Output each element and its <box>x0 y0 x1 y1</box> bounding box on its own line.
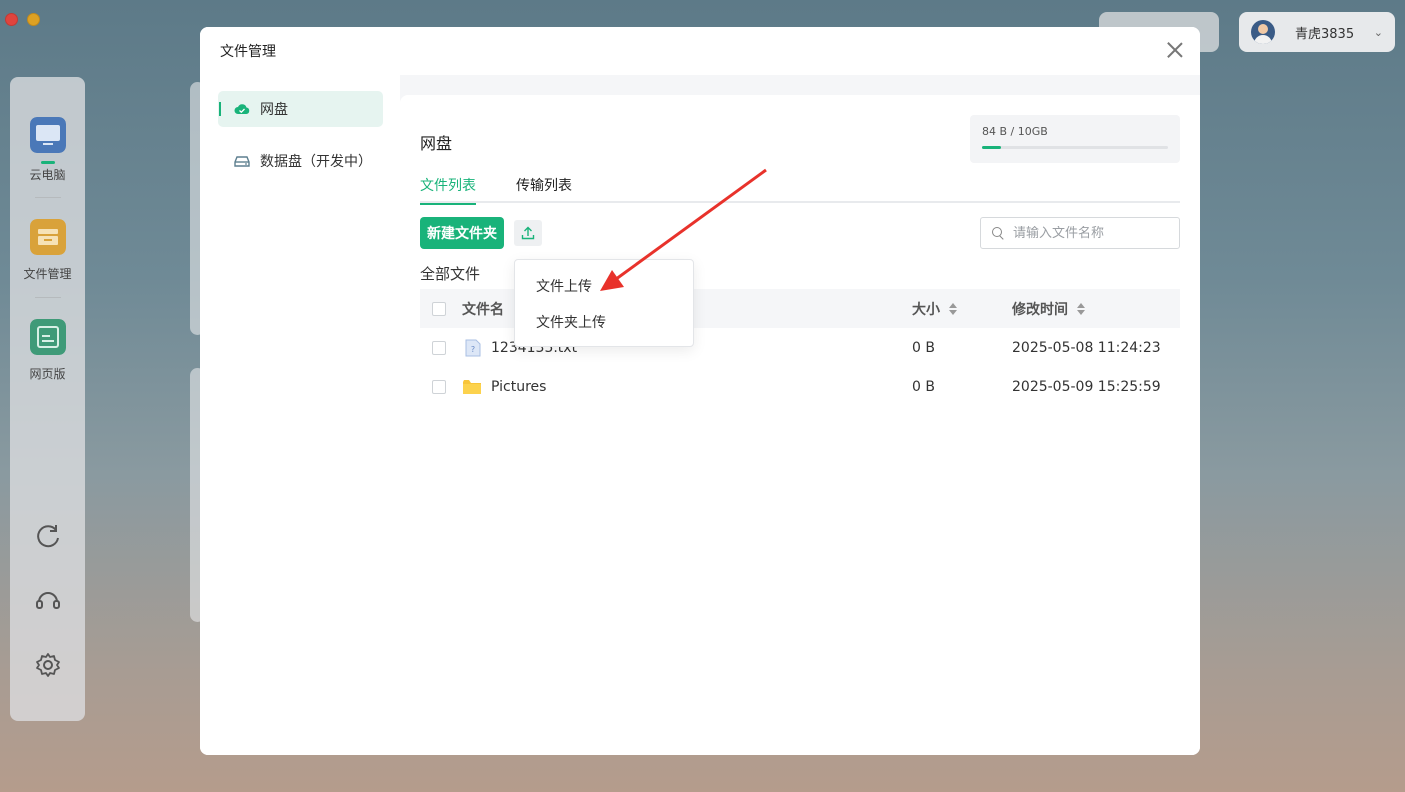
svg-text:?: ? <box>471 345 475 354</box>
rail-item-label: 网页版 <box>29 367 66 381</box>
storage-progress-bar <box>982 146 1168 149</box>
close-icon[interactable] <box>1164 39 1186 61</box>
menu-item-file-upload[interactable]: 文件上传 <box>515 268 693 304</box>
rail-item-label: 云电脑 <box>29 168 66 182</box>
dialog-title: 文件管理 <box>220 44 276 60</box>
tab-transfer-list[interactable]: 传输列表 <box>516 175 572 203</box>
gear-icon[interactable] <box>34 651 62 679</box>
column-header-size[interactable]: 大小 <box>912 289 958 328</box>
hard-drive-icon <box>234 156 250 167</box>
divider <box>35 197 61 198</box>
sidebar-item-label: 网盘 <box>260 102 288 118</box>
search-box[interactable] <box>980 217 1180 249</box>
file-manager-dialog: 文件管理 网盘 数据盘（开发中） 网盘 84 B / 10GB 文件列表 传输列… <box>200 27 1200 755</box>
storage-usage: 84 B / 10GB <box>970 115 1180 163</box>
sort-icon <box>948 302 958 316</box>
table-row[interactable]: Pictures 0 B 2025-05-09 15:25:59 <box>420 367 1180 406</box>
divider <box>35 297 61 298</box>
column-header-name[interactable]: 文件名 <box>462 289 504 328</box>
rail-item-web-version[interactable]: 网页版 <box>10 319 85 382</box>
rail-item-label: 文件管理 <box>23 267 72 281</box>
tab-file-list[interactable]: 文件列表 <box>420 175 476 205</box>
file-size: 0 B <box>912 339 935 356</box>
file-name: Pictures <box>491 378 547 395</box>
upload-icon <box>521 226 535 240</box>
text-file-icon: ? <box>465 339 481 356</box>
file-modified: 2025-05-08 11:24:23 <box>1012 339 1161 356</box>
drawer-icon <box>29 219 66 255</box>
page-title: 网盘 <box>420 134 453 153</box>
rail-item-cloud-pc[interactable]: 云电脑 <box>10 117 85 183</box>
folder-icon <box>463 379 481 394</box>
upload-button[interactable] <box>514 220 542 246</box>
user-menu[interactable]: 青虎3835 ⌄ <box>1239 12 1395 52</box>
headset-icon[interactable] <box>34 586 62 614</box>
upload-menu: 文件上传 文件夹上传 <box>514 259 694 347</box>
column-header-modified[interactable]: 修改时间 <box>1012 289 1086 328</box>
chevron-down-icon: ⌄ <box>1373 25 1383 39</box>
search-input[interactable] <box>1013 225 1173 241</box>
menu-item-folder-upload[interactable]: 文件夹上传 <box>515 304 693 340</box>
main-panel: 网盘 84 B / 10GB 文件列表 传输列表 新建文件夹 全部文件 <box>400 95 1200 755</box>
storage-text: 84 B / 10GB <box>982 125 1048 138</box>
tab-bar: 文件列表 传输列表 <box>420 175 1180 205</box>
avatar <box>1251 20 1275 44</box>
user-name: 青虎3835 <box>1295 26 1355 42</box>
sort-icon <box>1076 302 1086 316</box>
select-all-checkbox[interactable] <box>432 301 446 316</box>
storage-progress-fill <box>982 146 1001 149</box>
new-folder-button[interactable]: 新建文件夹 <box>420 217 504 249</box>
sidebar-item-data-disk[interactable]: 数据盘（开发中） <box>218 143 383 179</box>
dialog-header: 文件管理 <box>200 27 1200 75</box>
dialog-sidebar: 网盘 数据盘（开发中） <box>200 75 400 755</box>
sidebar-item-netdisk[interactable]: 网盘 <box>218 91 383 127</box>
row-checkbox[interactable] <box>432 340 446 355</box>
web-page-icon <box>29 319 66 355</box>
rail-item-file-manager[interactable]: 文件管理 <box>10 219 85 282</box>
file-modified: 2025-05-09 15:25:59 <box>1012 378 1161 395</box>
refresh-icon[interactable] <box>34 522 62 550</box>
cloud-icon <box>234 104 250 114</box>
sidebar-item-label: 数据盘（开发中） <box>260 154 372 170</box>
breadcrumb: 全部文件 <box>420 265 481 283</box>
close-window-button[interactable] <box>5 13 18 26</box>
row-checkbox[interactable] <box>432 379 446 394</box>
minimize-window-button[interactable] <box>27 13 40 26</box>
file-size: 0 B <box>912 378 935 395</box>
left-rail: 云电脑 文件管理 网页版 <box>10 77 85 721</box>
active-indicator <box>40 161 55 164</box>
monitor-icon <box>29 117 66 153</box>
search-icon <box>991 226 1005 240</box>
